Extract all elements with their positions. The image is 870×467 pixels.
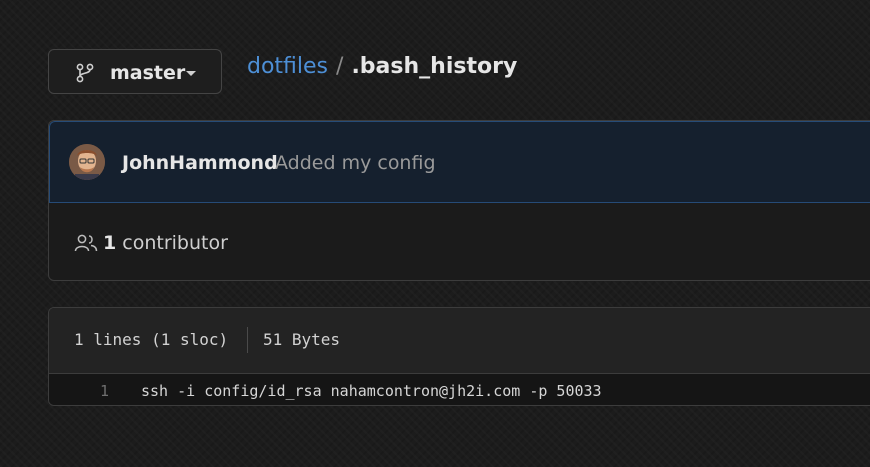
file-line-count: 1 lines (1 sloc) <box>74 330 229 349</box>
avatar[interactable] <box>69 144 105 180</box>
file-info-divider <box>247 327 248 353</box>
user-avatar-icon <box>69 144 105 180</box>
branch-name: master <box>110 62 186 84</box>
code-line: ssh -i config/id_rsa nahamcontron@jh2i.c… <box>141 382 602 400</box>
git-branch-icon <box>76 63 94 83</box>
chevron-down-icon <box>186 71 196 76</box>
commit-message-link[interactable]: Added my config <box>275 152 436 174</box>
people-icon <box>74 234 98 252</box>
breadcrumb: dotfiles / .bash_history <box>247 54 517 79</box>
breadcrumb-repo-link[interactable]: dotfiles <box>247 54 328 79</box>
contributor-label: contributor <box>122 232 228 254</box>
line-number[interactable]: 1 <box>49 382 109 400</box>
commit-author-link[interactable]: JohnHammond <box>122 152 278 174</box>
breadcrumb-separator: / <box>336 54 344 79</box>
file-viewer: 1 lines (1 sloc) 51 Bytes 1 ssh -i confi… <box>48 307 870 406</box>
breadcrumb-file-name: .bash_history <box>351 54 518 79</box>
file-header: 1 lines (1 sloc) 51 Bytes <box>49 308 870 374</box>
code-line-row: 1 ssh -i config/id_rsa nahamcontron@jh2i… <box>49 374 870 405</box>
latest-commit-box: JohnHammond Added my config 1 contributo… <box>48 120 870 281</box>
contributors-link[interactable]: 1 contributor <box>103 232 228 254</box>
commit-header: JohnHammond Added my config <box>49 121 870 203</box>
branch-select-button[interactable]: master <box>48 49 222 94</box>
contributors-row: 1 contributor <box>49 203 870 280</box>
file-size: 51 Bytes <box>263 330 341 349</box>
contributor-count: 1 <box>103 232 117 254</box>
